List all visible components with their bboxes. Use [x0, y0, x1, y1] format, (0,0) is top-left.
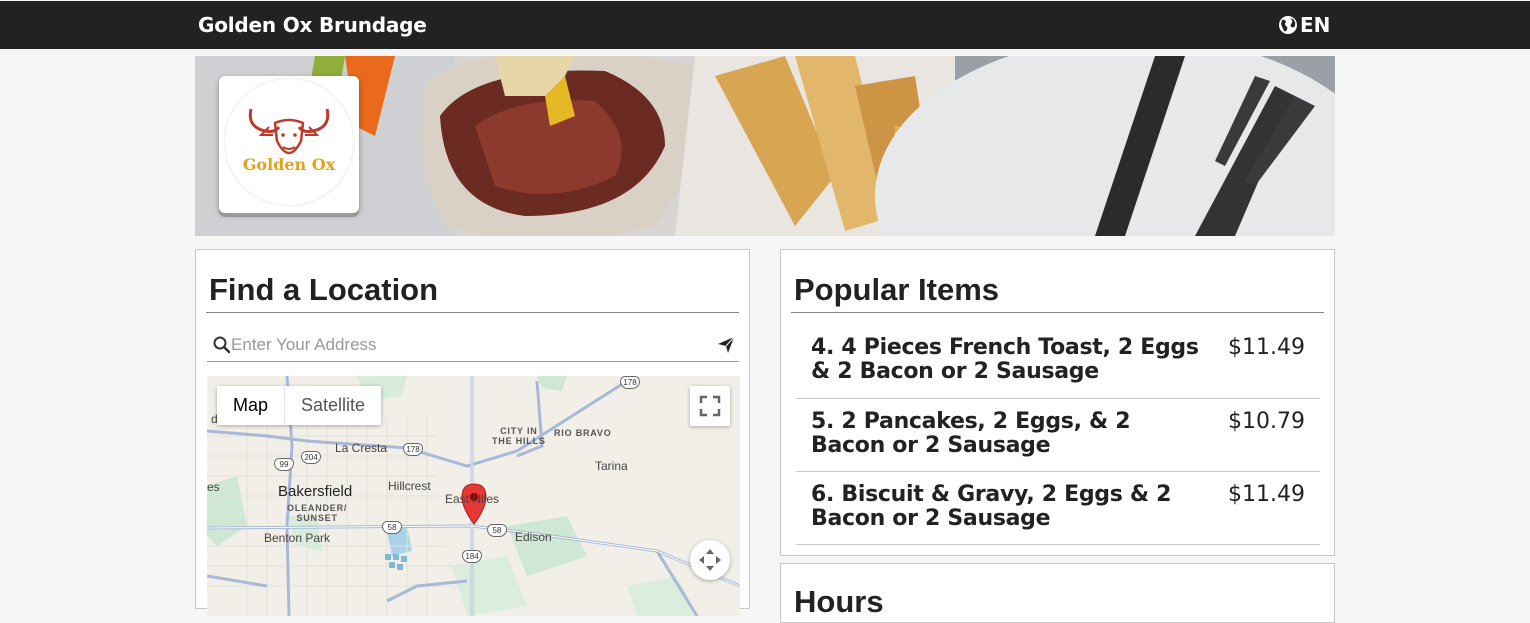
camera-control-icon: [699, 549, 721, 571]
find-location-panel: Find a Location Enter Your Address CITY …: [195, 249, 750, 616]
map-type-toggle: Map Satellite: [217, 386, 382, 425]
hours-title: Hours: [794, 584, 884, 619]
send-location-icon[interactable]: [716, 335, 736, 355]
map-label-es: es: [207, 480, 220, 494]
divider: [206, 312, 739, 313]
map-label-la-cresta: La Cresta: [335, 441, 388, 455]
route-shield: 99: [274, 458, 294, 471]
map-label-tarina: Tarina: [595, 459, 628, 473]
find-location-title: Find a Location: [209, 272, 439, 307]
menu-item-price: $11.49: [1228, 482, 1305, 507]
logo-circle: Golden Ox: [225, 79, 353, 205]
address-input[interactable]: [231, 333, 711, 357]
route-shield: 58: [487, 524, 507, 537]
map-label-city-in-the-hills: CITY IN THE HILLS: [492, 426, 546, 446]
fullscreen-icon: [699, 395, 721, 417]
menu-item-price: $10.79: [1228, 409, 1305, 434]
map-label-rio-bravo: RIO BRAVO: [554, 428, 612, 438]
restaurant-name[interactable]: Golden Ox Brundage: [198, 13, 427, 37]
map-label-east-niles: East Niles: [445, 492, 500, 506]
map-label-bakersfield: Bakersfield: [278, 483, 353, 500]
route-shield: 58: [382, 521, 402, 534]
camera-control-button[interactable]: [690, 540, 730, 580]
menu-item-name[interactable]: 6. Biscuit & Gravy, 2 Eggs & 2 Bacon or …: [811, 483, 1206, 531]
route-shield: 178: [620, 376, 640, 389]
bull-logo-icon: [248, 108, 330, 155]
menu-item[interactable]: 5. 2 Pancakes, 2 Eggs, & 2 Bacon or 2 Sa…: [796, 410, 1320, 472]
satellite-view-button[interactable]: Satellite: [284, 386, 382, 425]
language-code: EN: [1300, 13, 1331, 37]
menu-item-name[interactable]: 5. 2 Pancakes, 2 Eggs, & 2 Bacon or 2 Sa…: [811, 410, 1206, 458]
hours-panel: Hours: [780, 563, 1335, 623]
food-photo: [195, 56, 1335, 236]
hero-banner: [195, 56, 1335, 236]
menu-item[interactable]: 4. 4 Pieces French Toast, 2 Eggs & 2 Bac…: [796, 336, 1320, 399]
fullscreen-button[interactable]: [690, 386, 730, 426]
popular-items-panel: Popular Items 4. 4 Pieces French Toast, …: [780, 249, 1335, 556]
map-label-benton-park: Benton Park: [264, 531, 331, 545]
menu-item-price: $11.49: [1228, 335, 1305, 360]
route-shield: 204: [301, 451, 321, 464]
route-shield: 178: [403, 443, 423, 456]
divider: [791, 312, 1324, 313]
map-label-oleander-sunset: OLEANDER/SUNSET: [287, 503, 348, 523]
popular-items-title: Popular Items: [794, 272, 999, 307]
globe-icon: [1279, 16, 1297, 34]
map-label-hillcrest: Hillcrest: [388, 479, 431, 493]
search-icon: [213, 336, 231, 354]
logo-card: Golden Ox: [219, 76, 359, 213]
language-selector[interactable]: EN: [1278, 13, 1330, 37]
top-navbar: Golden Ox Brundage EN: [0, 1, 1530, 49]
menu-item[interactable]: 6. Biscuit & Gravy, 2 Eggs & 2 Bacon or …: [796, 483, 1320, 545]
menu-item-name[interactable]: 4. 4 Pieces French Toast, 2 Eggs & 2 Bac…: [811, 336, 1206, 384]
route-shield: 184: [462, 550, 482, 563]
logo-wordmark: Golden Ox: [242, 155, 336, 174]
location-map[interactable]: CITY IN THE HILLS RIO BRAVO La Cresta Tar…: [207, 376, 740, 616]
address-search: [207, 328, 739, 362]
map-view-button[interactable]: Map: [217, 386, 285, 425]
map-label-edison: Edison: [515, 530, 552, 544]
